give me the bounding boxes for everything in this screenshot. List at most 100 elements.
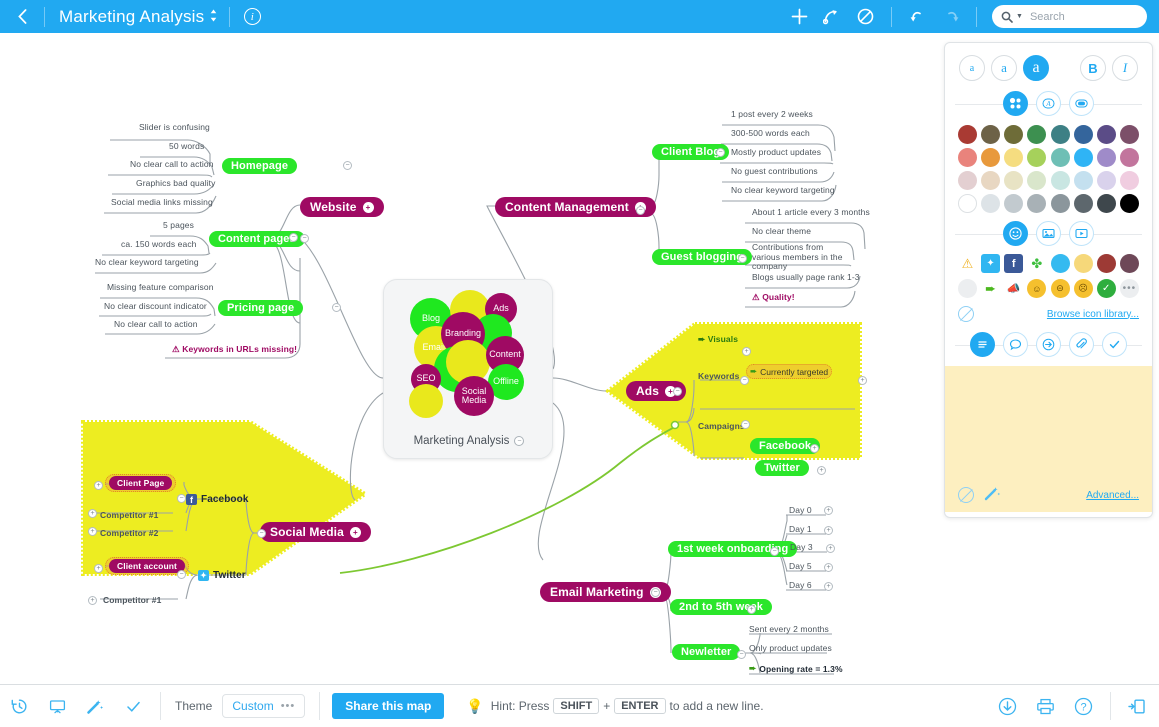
note-editor[interactable]: Advanced... xyxy=(945,366,1152,512)
color-swatch[interactable] xyxy=(958,194,977,213)
check-icon[interactable]: ✓ xyxy=(1096,279,1116,298)
leaf-visuals[interactable]: ➨ Visuals xyxy=(698,334,738,345)
collapse-handle[interactable]: − xyxy=(332,303,341,312)
topic-newsletter[interactable]: Newletter xyxy=(672,644,741,660)
facebook-icon[interactable]: f xyxy=(1004,254,1024,273)
image-icon[interactable] xyxy=(1036,221,1061,246)
leaf-item[interactable]: No clear theme xyxy=(752,226,811,236)
leaf-keywords[interactable]: Keywords xyxy=(698,371,739,381)
leaf-item[interactable]: 50 words xyxy=(169,141,204,151)
color-swatch[interactable] xyxy=(1027,125,1047,144)
leaf-item[interactable]: Slider is confusing xyxy=(139,122,210,132)
back-button[interactable] xyxy=(0,0,44,33)
advanced-link[interactable]: Advanced... xyxy=(1086,490,1139,501)
color-swatch[interactable] xyxy=(1050,194,1070,213)
relationship-arrow-icon[interactable] xyxy=(816,0,849,33)
leaf-item[interactable]: Day 5 xyxy=(789,561,812,571)
link-icon[interactable] xyxy=(1036,332,1061,357)
font-size-small-button[interactable]: a xyxy=(959,55,985,81)
blue-dot-icon[interactable] xyxy=(1050,254,1070,273)
topic-ads-twitter[interactable]: Twitter xyxy=(755,460,809,476)
collapse-handle[interactable]: − xyxy=(737,650,746,659)
expand-icon[interactable]: + xyxy=(362,201,374,213)
no-icon-button[interactable] xyxy=(958,306,974,322)
italic-button[interactable]: I xyxy=(1112,55,1138,81)
leaf-item[interactable]: No clear keyword targeting xyxy=(731,185,835,195)
attachment-icon[interactable] xyxy=(1069,332,1094,357)
color-swatch[interactable] xyxy=(1119,194,1139,213)
color-swatch[interactable] xyxy=(1073,194,1093,213)
color-swatch[interactable] xyxy=(1027,171,1047,190)
sad-icon[interactable]: ☹ xyxy=(1073,279,1093,298)
collapse-handle[interactable]: − xyxy=(651,588,660,597)
topic-website[interactable]: Website + xyxy=(300,197,384,217)
leaf-alert-item[interactable]: ⚠ Quality! xyxy=(752,292,795,303)
emoji-icon[interactable] xyxy=(1003,221,1028,246)
leaf-item[interactable]: No clear keyword targeting xyxy=(95,257,199,267)
warning-icon[interactable]: ⚠ xyxy=(958,254,977,273)
color-swatch[interactable] xyxy=(981,171,1001,190)
expand-handle[interactable]: + xyxy=(94,481,103,490)
color-swatch[interactable] xyxy=(1096,194,1116,213)
color-swatch[interactable] xyxy=(1073,148,1093,167)
color-swatch[interactable] xyxy=(1096,125,1116,144)
leaf-item[interactable]: Only product updates xyxy=(749,643,832,653)
topic-homepage[interactable]: Homepage xyxy=(222,158,298,174)
collapse-handle[interactable]: − xyxy=(177,494,186,503)
leaf-alert-item[interactable]: ⚠ Keywords in URLs missing! xyxy=(172,344,297,355)
collapse-handle[interactable]: − xyxy=(716,148,725,157)
topic-currently-targeted[interactable]: ➨ Currently targeted xyxy=(746,364,833,379)
comment-icon[interactable] xyxy=(1003,332,1028,357)
expand-handle[interactable]: + xyxy=(747,605,756,614)
color-swatch[interactable] xyxy=(958,171,977,190)
leaf-item[interactable]: Sent every 2 months xyxy=(749,624,829,634)
purple-dot-icon[interactable] xyxy=(1119,254,1139,273)
leaf-item[interactable]: About 1 article every 3 months xyxy=(752,207,870,217)
color-swatch[interactable] xyxy=(958,125,977,144)
collapse-handle[interactable]: − xyxy=(738,254,747,263)
leaf-item[interactable]: Day 0 xyxy=(789,505,812,515)
expand-handle[interactable]: + xyxy=(824,526,833,535)
green-arrow-icon[interactable]: ➨ xyxy=(981,279,1000,298)
topic-2nd-to-5th-week[interactable]: 2nd to 5th week xyxy=(670,599,773,615)
more-icon[interactable]: ••• xyxy=(1119,279,1139,298)
expand-handle[interactable]: + xyxy=(824,582,833,591)
collapse-handle[interactable]: − xyxy=(289,233,298,242)
collapse-handle[interactable]: − xyxy=(770,547,779,556)
collapse-handle[interactable]: − xyxy=(257,529,266,538)
theme-selector-button[interactable]: Custom ••• xyxy=(222,694,306,718)
browse-icon-library-link[interactable]: Browse icon library... xyxy=(1047,309,1139,320)
leaf-item[interactable]: Competitor #1 xyxy=(103,595,161,605)
expand-handle[interactable]: + xyxy=(742,347,751,356)
leaf-item[interactable]: Competitor #1 xyxy=(100,510,158,520)
auto-format-icon[interactable] xyxy=(984,486,1001,504)
bold-button[interactable]: B xyxy=(1080,55,1106,81)
collapse-handle[interactable]: − xyxy=(673,387,682,396)
leaf-facebook[interactable]: f Facebook xyxy=(186,494,248,505)
megaphone-icon[interactable]: 📣 xyxy=(1004,279,1023,298)
color-swatch[interactable] xyxy=(1027,148,1047,167)
collapse-panel-icon[interactable] xyxy=(1119,685,1153,727)
color-swatch[interactable] xyxy=(1073,171,1093,190)
color-swatch[interactable] xyxy=(1119,171,1139,190)
magic-wand-icon[interactable] xyxy=(76,685,114,727)
color-swatch[interactable] xyxy=(1027,194,1047,213)
collapse-handle[interactable]: − xyxy=(300,234,309,243)
leaf-item[interactable]: 5 pages xyxy=(163,220,194,230)
print-icon[interactable] xyxy=(1026,685,1064,727)
color-swatch[interactable] xyxy=(981,148,1001,167)
leaf-item[interactable]: No guest contributions xyxy=(731,166,818,176)
search-box[interactable]: ▼ xyxy=(992,5,1147,28)
leaf-item[interactable]: ca. 150 words each xyxy=(121,239,197,249)
expand-handle[interactable]: + xyxy=(94,564,103,573)
history-icon[interactable] xyxy=(0,685,38,727)
task-icon[interactable] xyxy=(1102,332,1127,357)
leaf-campaigns[interactable]: Campaigns xyxy=(698,421,745,431)
color-swatch[interactable] xyxy=(1119,148,1139,167)
expand-handle[interactable]: + xyxy=(88,527,97,536)
boundary-icon[interactable] xyxy=(849,0,882,33)
leaf-item[interactable]: Day 1 xyxy=(789,524,812,534)
clear-note-icon[interactable] xyxy=(958,487,974,503)
color-swatch[interactable] xyxy=(1096,171,1116,190)
leaf-item[interactable]: Social media links missing xyxy=(111,197,213,207)
